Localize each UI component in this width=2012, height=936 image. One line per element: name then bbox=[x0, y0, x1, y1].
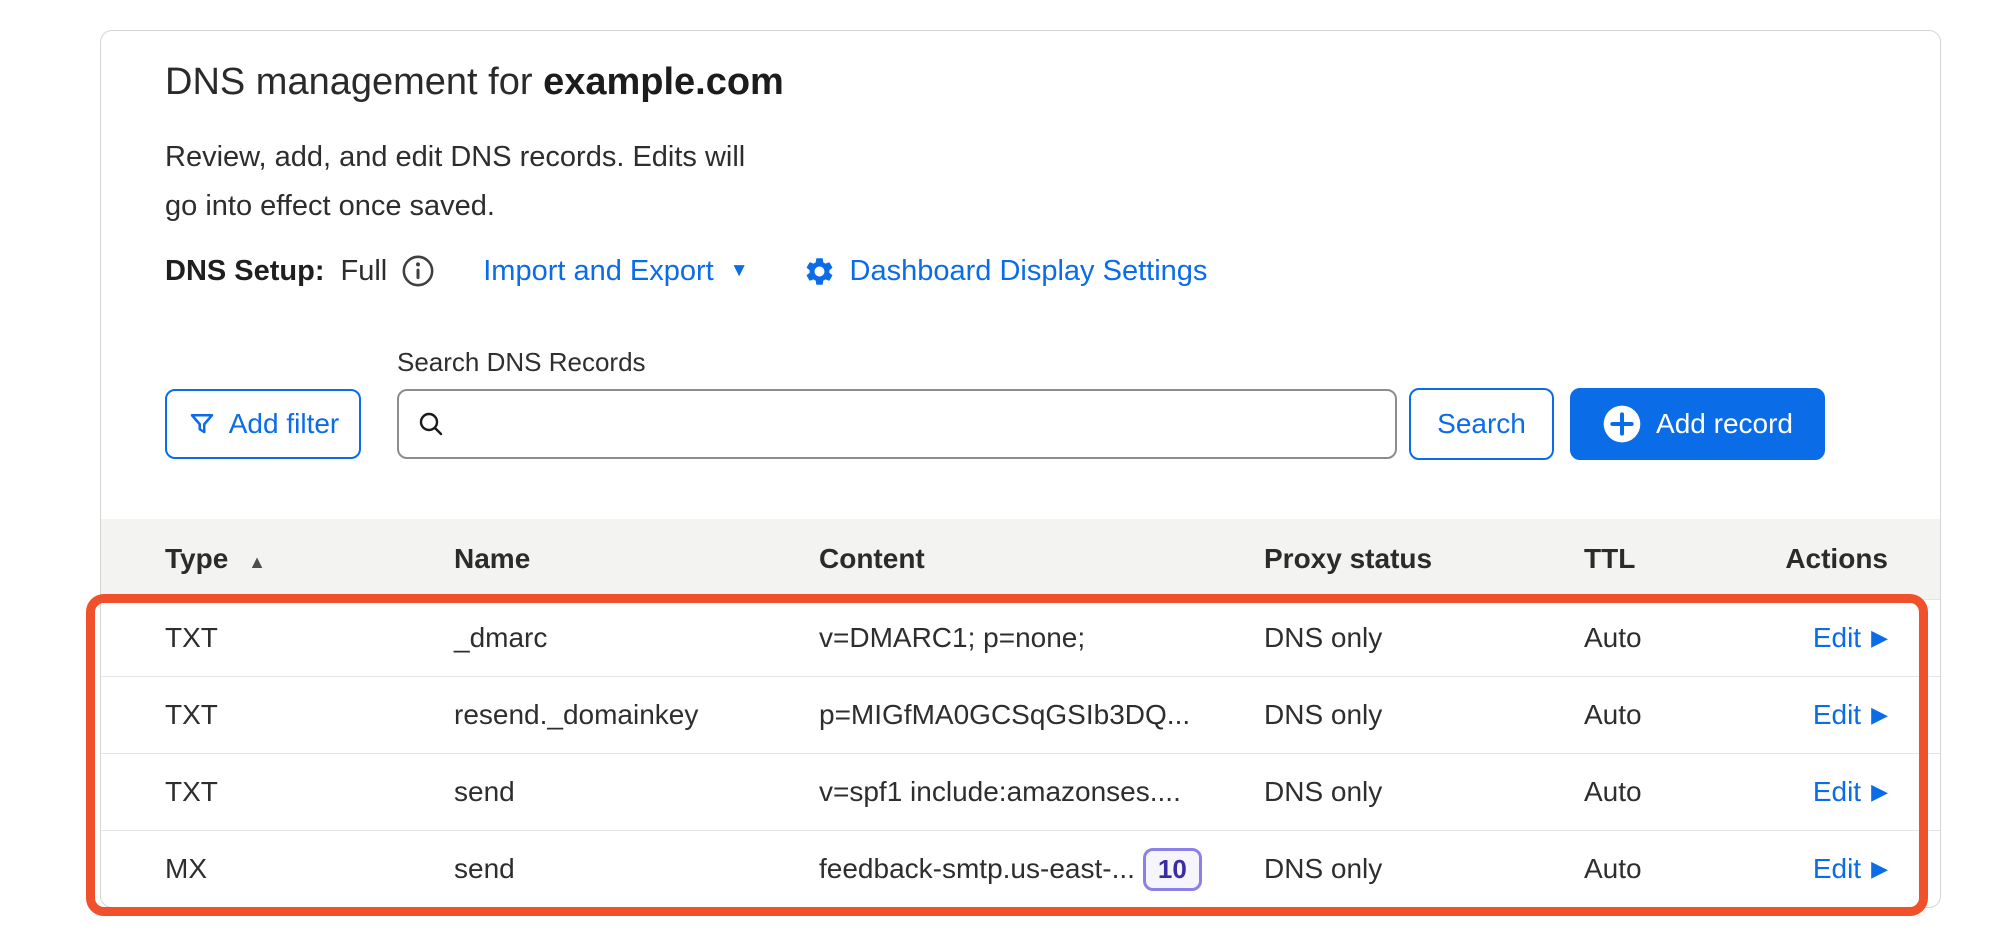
dns-setup-row: DNS Setup: Full Import and Export ▼ Dash… bbox=[101, 251, 1940, 291]
column-header-name: Name bbox=[454, 543, 819, 575]
cell-content: feedback-smtp.us-east-... 10 bbox=[819, 848, 1264, 891]
gear-icon bbox=[803, 255, 836, 288]
column-header-ttl: TTL bbox=[1584, 543, 1772, 575]
edit-record-link[interactable]: Edit▶ bbox=[1813, 699, 1888, 731]
chevron-right-icon: ▶ bbox=[1871, 627, 1888, 649]
chevron-right-icon: ▶ bbox=[1871, 781, 1888, 803]
cell-ttl: Auto bbox=[1584, 699, 1772, 731]
dns-setup-value: Full bbox=[341, 255, 388, 288]
dns-records-table: Type ▲ Name Content Proxy status TTL Act… bbox=[101, 519, 1940, 907]
search-input[interactable] bbox=[459, 408, 1379, 440]
column-header-type[interactable]: Type ▲ bbox=[165, 543, 454, 575]
cell-name: resend._domainkey bbox=[454, 699, 819, 731]
toolbar: Add filter Search Add record bbox=[101, 388, 1940, 460]
chevron-down-icon: ▼ bbox=[730, 260, 749, 282]
search-icon bbox=[415, 408, 447, 440]
cell-type: MX bbox=[165, 853, 454, 885]
cell-proxy-status: DNS only bbox=[1264, 622, 1584, 654]
cell-name: send bbox=[454, 853, 819, 885]
cell-name: send bbox=[454, 776, 819, 808]
cell-ttl: Auto bbox=[1584, 622, 1772, 654]
search-button-label: Search bbox=[1437, 408, 1526, 440]
page-title-prefix: DNS management for bbox=[165, 61, 543, 103]
table-header-row: Type ▲ Name Content Proxy status TTL Act… bbox=[101, 519, 1940, 599]
cell-ttl: Auto bbox=[1584, 776, 1772, 808]
edit-record-link[interactable]: Edit▶ bbox=[1813, 776, 1888, 808]
add-record-label: Add record bbox=[1656, 408, 1793, 440]
page-title: DNS management for example.com bbox=[101, 57, 1940, 107]
table-row: TXT send v=spf1 include:amazonses.... DN… bbox=[101, 753, 1940, 830]
page-title-domain: example.com bbox=[543, 61, 784, 103]
plus-circle-icon bbox=[1602, 404, 1642, 444]
search-dns-records-label: Search DNS Records bbox=[397, 347, 1940, 378]
table-row: TXT _dmarc v=DMARC1; p=none; DNS only Au… bbox=[101, 599, 1940, 676]
dns-management-card: DNS management for example.com Review, a… bbox=[100, 30, 1941, 908]
priority-badge: 10 bbox=[1143, 848, 1202, 891]
table-row: TXT resend._domainkey p=MIGfMA0GCSqGSIb3… bbox=[101, 676, 1940, 753]
dashboard-display-settings-link[interactable]: Dashboard Display Settings bbox=[850, 255, 1208, 288]
info-icon[interactable] bbox=[401, 254, 435, 288]
cell-type: TXT bbox=[165, 776, 454, 808]
column-header-content: Content bbox=[819, 543, 1264, 575]
add-record-button[interactable]: Add record bbox=[1570, 388, 1825, 460]
cell-proxy-status: DNS only bbox=[1264, 699, 1584, 731]
page-description: Review, add, and edit DNS records. Edits… bbox=[101, 133, 845, 231]
chevron-right-icon: ▶ bbox=[1871, 704, 1888, 726]
import-export-link[interactable]: Import and Export ▼ bbox=[483, 255, 748, 288]
search-input-container bbox=[397, 389, 1397, 459]
add-filter-label: Add filter bbox=[229, 408, 340, 440]
cell-type: TXT bbox=[165, 699, 454, 731]
column-header-proxy-status: Proxy status bbox=[1264, 543, 1584, 575]
edit-record-link[interactable]: Edit▶ bbox=[1813, 622, 1888, 654]
dns-setup-label: DNS Setup: bbox=[165, 255, 325, 288]
column-header-actions: Actions bbox=[1772, 543, 1888, 575]
table-row: MX send feedback-smtp.us-east-... 10 DNS… bbox=[101, 830, 1940, 907]
table-body: TXT _dmarc v=DMARC1; p=none; DNS only Au… bbox=[101, 599, 1940, 907]
import-export-label: Import and Export bbox=[483, 255, 714, 288]
cell-ttl: Auto bbox=[1584, 853, 1772, 885]
sort-ascending-icon: ▲ bbox=[248, 552, 266, 572]
search-button[interactable]: Search bbox=[1409, 388, 1554, 460]
cell-name: _dmarc bbox=[454, 622, 819, 654]
cell-type: TXT bbox=[165, 622, 454, 654]
filter-funnel-icon bbox=[187, 409, 217, 439]
add-filter-button[interactable]: Add filter bbox=[165, 389, 361, 459]
dashboard-display-settings-label: Dashboard Display Settings bbox=[850, 255, 1208, 288]
cell-proxy-status: DNS only bbox=[1264, 776, 1584, 808]
edit-record-link[interactable]: Edit▶ bbox=[1813, 853, 1888, 885]
cell-content: v=DMARC1; p=none; bbox=[819, 622, 1264, 654]
cell-content: p=MIGfMA0GCSqGSIb3DQ... bbox=[819, 699, 1264, 731]
cell-proxy-status: DNS only bbox=[1264, 853, 1584, 885]
cell-content: v=spf1 include:amazonses.... bbox=[819, 776, 1264, 808]
chevron-right-icon: ▶ bbox=[1871, 858, 1888, 880]
